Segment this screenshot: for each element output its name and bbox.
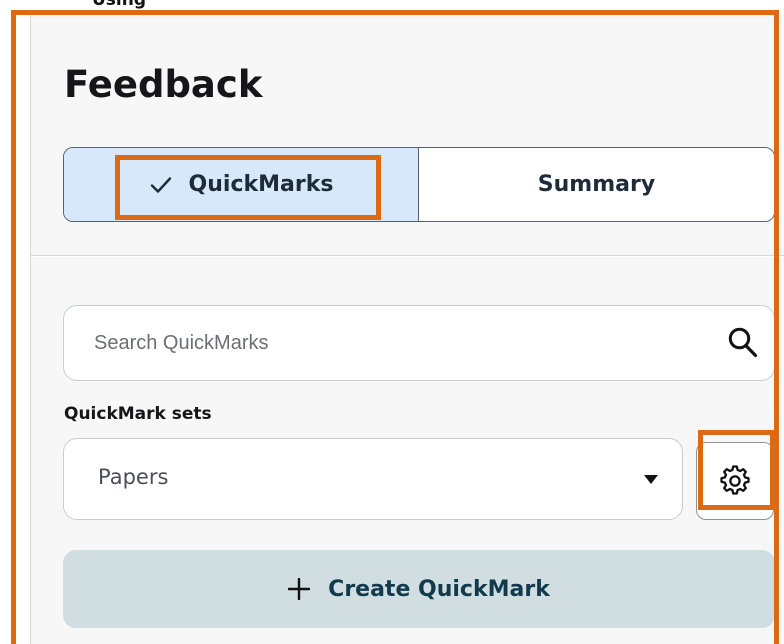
search-icon[interactable] xyxy=(727,326,759,360)
feedback-tabs: QuickMarks Summary xyxy=(63,147,775,222)
chevron-down-icon xyxy=(644,475,658,484)
panel-header: Feedback QuickMarks Summary xyxy=(31,15,784,256)
gear-icon xyxy=(720,465,750,495)
tab-summary-label: Summary xyxy=(537,172,656,197)
create-quickmark-label: Create QuickMark xyxy=(328,576,550,602)
quickmarks-panel-screenshot: Using Feedback QuickMarks Summary Search… xyxy=(0,0,784,644)
create-quickmark-button[interactable]: Create QuickMark xyxy=(63,550,775,628)
panel-content: QuickMark sets Papers Create QuickMark xyxy=(31,257,784,644)
check-icon xyxy=(150,176,171,193)
quickmark-set-select[interactable]: Papers xyxy=(63,438,683,520)
tab-summary[interactable]: Summary xyxy=(419,148,774,221)
search-box xyxy=(63,305,775,381)
page-title: Feedback xyxy=(64,63,263,106)
quickmark-sets-label: QuickMark sets xyxy=(64,404,212,424)
tab-quickmarks[interactable]: QuickMarks xyxy=(64,148,419,221)
feedback-panel: Feedback QuickMarks Summary Search Quick… xyxy=(30,15,784,644)
quickmark-set-settings-button[interactable] xyxy=(696,442,774,520)
search-input[interactable] xyxy=(94,328,694,358)
top-caption: Using xyxy=(92,0,147,10)
quickmark-set-selected-value: Papers xyxy=(98,465,169,489)
tab-quickmarks-label: QuickMarks xyxy=(188,172,334,197)
plus-icon xyxy=(288,578,311,600)
